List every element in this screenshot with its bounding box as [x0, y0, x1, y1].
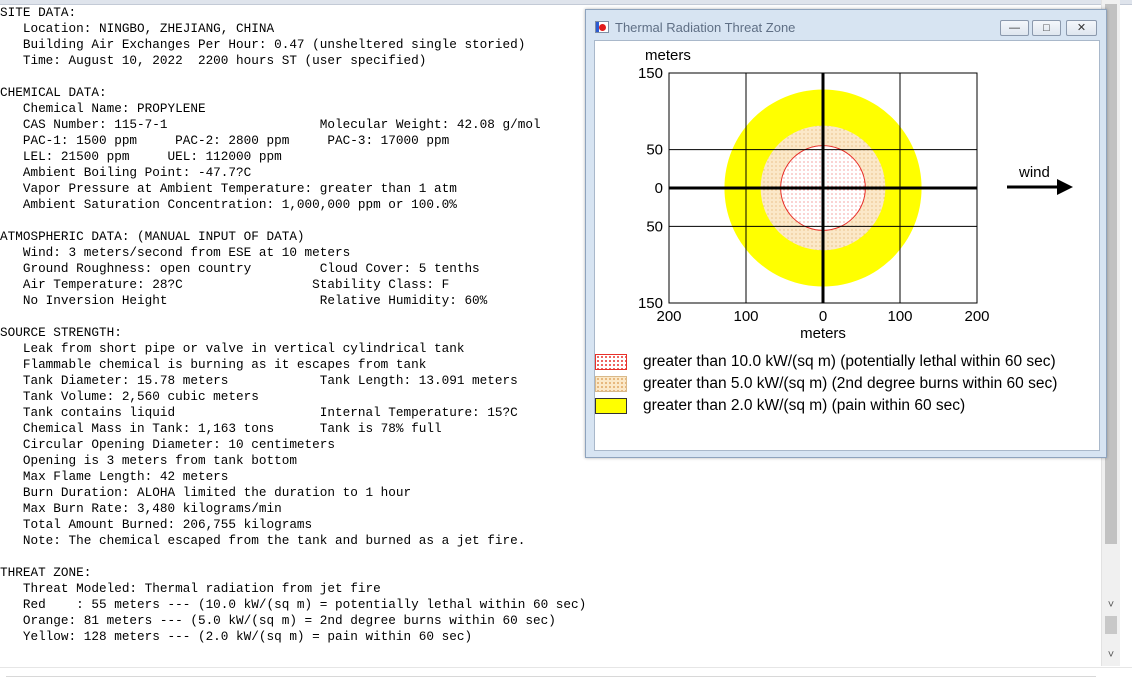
- scrollbar-thumb-lower[interactable]: [1105, 616, 1117, 634]
- scroll-down-arrow-icon-bottom[interactable]: ˅: [1103, 648, 1119, 662]
- report-line: Tank Volume: 2,560 cubic meters: [0, 389, 259, 404]
- report-line: No Inversion Height Relative Humidity: 6…: [0, 293, 488, 308]
- horizontal-scrollbar[interactable]: [0, 667, 1132, 686]
- report-line: CHEMICAL DATA:: [0, 85, 107, 100]
- report-line: Burn Duration: ALOHA limited the duratio…: [0, 485, 412, 500]
- y-tick-label: 0: [655, 180, 663, 197]
- report-line: Chemical Name: PROPYLENE: [0, 101, 206, 116]
- y-tick-label: 150: [638, 65, 663, 82]
- legend-label: greater than 10.0 kW/(sq m) (potentially…: [643, 353, 1056, 370]
- report-line: Chemical Mass in Tank: 1,163 tons Tank i…: [0, 421, 442, 436]
- report-line: Time: August 10, 2022 2200 hours ST (use…: [0, 53, 427, 68]
- y-tick-label: 50: [646, 218, 663, 235]
- scrollbar-track: [6, 676, 1096, 677]
- close-button[interactable]: ✕: [1066, 20, 1097, 36]
- x-tick-label: 0: [819, 308, 827, 325]
- report-line: Location: NINGBO, ZHEJIANG, CHINA: [0, 21, 275, 36]
- report-line: Circular Opening Diameter: 10 centimeter…: [0, 437, 336, 452]
- report-line: Building Air Exchanges Per Hour: 0.47 (u…: [0, 37, 526, 52]
- x-tick-label: 200: [964, 308, 989, 325]
- window-titlebar[interactable]: Thermal Radiation Threat Zone — □ ✕: [586, 10, 1106, 40]
- x-axis-title: meters: [800, 325, 846, 341]
- report-line: Ground Roughness: open country Cloud Cov…: [0, 261, 480, 276]
- threat-zone-plot-area: 200 100 0 100 200 150 50 0 50 150 meters meters wind…: [594, 40, 1100, 451]
- report-line: Ambient Saturation Concentration: 1,000,…: [0, 197, 457, 212]
- report-line: Tank contains liquid Internal Temperatur…: [0, 405, 518, 420]
- report-line: Note: The chemical escaped from the tank…: [0, 533, 526, 548]
- report-line: Leak from short pipe or valve in vertica…: [0, 341, 465, 356]
- legend-swatch: [595, 376, 627, 392]
- legend-item: greater than 10.0 kW/(sq m) (potentially…: [595, 351, 1101, 373]
- wind-arrow-icon: [1057, 179, 1073, 195]
- threat-zone-window[interactable]: Thermal Radiation Threat Zone — □ ✕ 200 1…: [585, 9, 1107, 458]
- aloha-app-icon: [595, 21, 609, 33]
- report-line: Wind: 3 meters/second from ESE at 10 met…: [0, 245, 351, 260]
- report-line: Max Burn Rate: 3,480 kilograms/min: [0, 501, 282, 516]
- legend-item: greater than 5.0 kW/(sq m) (2nd degree b…: [595, 373, 1101, 395]
- legend-label: greater than 2.0 kW/(sq m) (pain within …: [643, 397, 966, 414]
- report-line: Flammable chemical is burning as it esca…: [0, 357, 427, 372]
- report-line: CAS Number: 115-7-1 Molecular Weight: 42…: [0, 117, 541, 132]
- report-line: LEL: 21500 ppm UEL: 112000 ppm: [0, 149, 282, 164]
- report-line: Max Flame Length: 42 meters: [0, 469, 229, 484]
- scroll-down-arrow-icon[interactable]: ˅: [1103, 598, 1119, 612]
- report-line: Ambient Boiling Point: -47.7?C: [0, 165, 252, 180]
- report-line: Vapor Pressure at Ambient Temperature: g…: [0, 181, 457, 196]
- report-line: ATMOSPHERIC DATA: (MANUAL INPUT OF DATA): [0, 229, 305, 244]
- threat-zone-chart: 200 100 0 100 20015050050150metersmeterswind: [638, 47, 1073, 341]
- legend-swatch: [595, 354, 627, 370]
- x-tick-label: 100: [887, 308, 912, 325]
- report-line: Orange: 81 meters --- (5.0 kW/(sq m) = 2…: [0, 613, 556, 628]
- report-line: Red : 55 meters --- (10.0 kW/(sq m) = po…: [0, 597, 587, 612]
- wind-label: wind: [1018, 164, 1050, 181]
- window-title: Thermal Radiation Threat Zone: [615, 20, 796, 35]
- report-line: Opening is 3 meters from tank bottom: [0, 453, 297, 468]
- y-tick-label: 150: [638, 295, 663, 312]
- report-line: Threat Modeled: Thermal radiation from j…: [0, 581, 381, 596]
- legend-item: greater than 2.0 kW/(sq m) (pain within …: [595, 395, 1101, 417]
- minimize-button[interactable]: —: [1000, 20, 1029, 36]
- report-line: PAC-1: 1500 ppm PAC-2: 2800 ppm PAC-3: 1…: [0, 133, 450, 148]
- legend-label: greater than 5.0 kW/(sq m) (2nd degree b…: [643, 375, 1058, 392]
- maximize-button[interactable]: □: [1032, 20, 1061, 36]
- report-line: Tank Diameter: 15.78 meters Tank Length:…: [0, 373, 518, 388]
- report-line: THREAT ZONE:: [0, 565, 92, 580]
- y-tick-label: 50: [646, 142, 663, 159]
- report-line: SITE DATA:: [0, 5, 77, 20]
- report-line: Yellow: 128 meters --- (2.0 kW/(sq m) = …: [0, 629, 473, 644]
- x-tick-label: 100: [733, 308, 758, 325]
- report-line: Total Amount Burned: 206,755 kilograms: [0, 517, 313, 532]
- legend-swatch: [595, 398, 627, 414]
- y-axis-title: meters: [645, 47, 691, 64]
- report-line: SOURCE STRENGTH:: [0, 325, 122, 340]
- report-line: Air Temperature: 28?C Stability Class: F: [0, 277, 450, 292]
